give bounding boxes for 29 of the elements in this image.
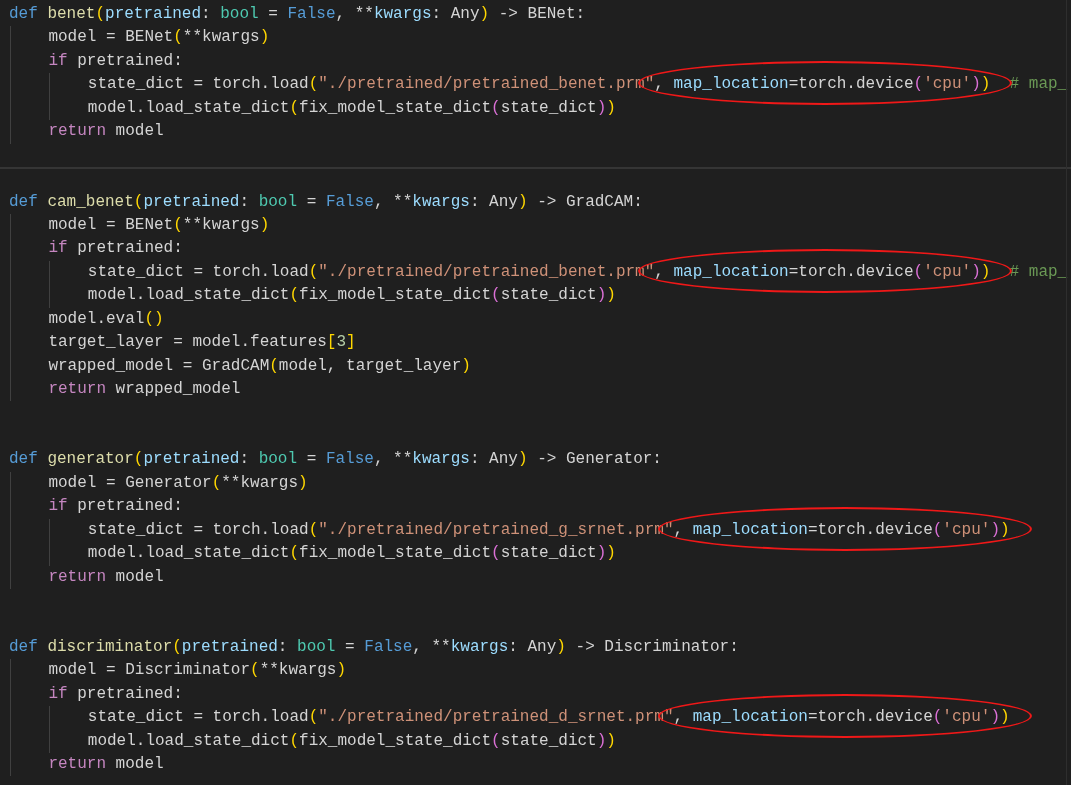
code-text: , map_location=torch.device('cpu')) (673, 708, 1010, 727)
code-line: return model (48, 755, 164, 774)
code-line: def benet(pretrained: bool = False, **kwargs: Any) -> BENet: (9, 5, 586, 23)
code-line: return wrapped_model (48, 380, 241, 398)
code-line: target_layer = model.features[3] (48, 333, 356, 352)
code-line: return model (48, 122, 164, 141)
code-line: def generator(pretrained: bool = False, **kwargs: Any) -> Generator: (9, 450, 662, 469)
code-line: model = BENet(**kwargs) (48, 28, 270, 47)
code-line: if pretrained: (48, 51, 183, 70)
code-text: , map_location=torch.device('cpu')) (654, 75, 991, 94)
code-text: , map_location=torch.device('cpu')) (654, 262, 991, 281)
code-line: wrapped_model = GradCAM(model, target_layer) (48, 356, 471, 375)
code-text: , map_location=torch.device('cpu')) (673, 520, 1010, 539)
code-line: def cam_benet(pretrained: bool = False, **kwargs: Any) -> GradCAM: (9, 192, 643, 211)
code-line: return model (48, 567, 164, 586)
code-comment: # map_ (1009, 262, 1068, 281)
code-line: model.load_state_dict(fix_model_state_dict(state_dict)) (87, 98, 616, 117)
code-line: model = Generator(**kwargs) (48, 473, 308, 492)
code-line: model = BENet(**kwargs) (48, 215, 270, 234)
code-line: def discriminator(pretrained: bool = False, **kwargs: Any) -> Discriminator: (9, 637, 739, 656)
code-line: model.eval() (48, 309, 164, 328)
code-line: model.load_state_dict(fix_model_state_dict(state_dict)) (87, 286, 616, 305)
code-line: if pretrained: (48, 684, 183, 703)
code-comment: # map_ (1009, 75, 1068, 94)
code-line: model.load_state_dict(fix_model_state_dict(state_dict)) (87, 731, 616, 750)
code-line: if pretrained: (48, 239, 183, 258)
code-line: model = Discriminator(**kwargs) (48, 661, 347, 680)
code-line: if pretrained: (48, 497, 183, 516)
code-line: model.load_state_dict(fix_model_state_dict(state_dict)) (87, 544, 616, 563)
